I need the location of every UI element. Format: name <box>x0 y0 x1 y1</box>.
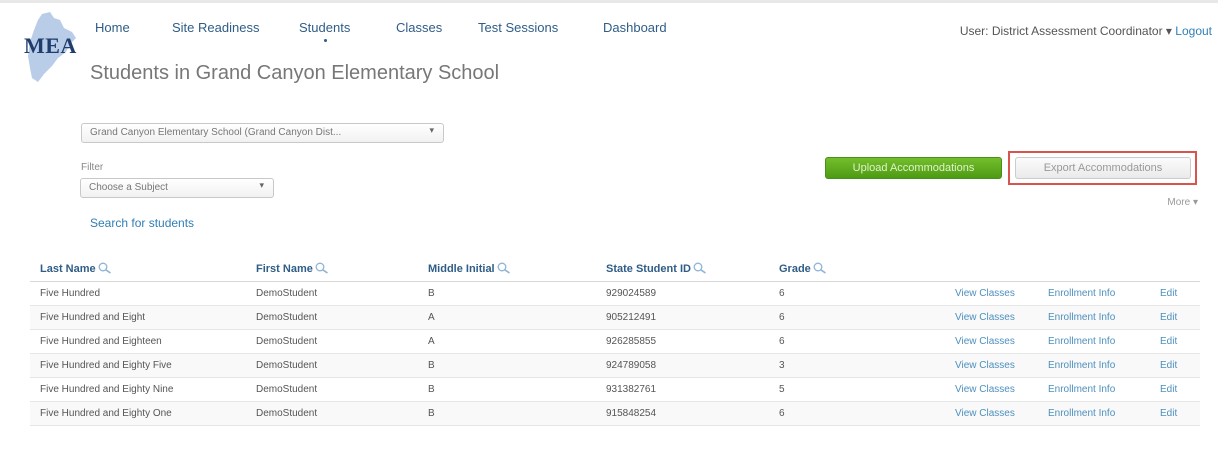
logout-link[interactable]: Logout <box>1175 24 1212 38</box>
nav-dashboard[interactable]: Dashboard <box>603 20 667 35</box>
school-select-value: Grand Canyon Elementary School (Grand Ca… <box>90 127 342 138</box>
edit-link[interactable]: Edit <box>1160 312 1177 323</box>
cell-last-name: Five Hundred and Eight <box>40 312 146 323</box>
cell-middle-initial: A <box>428 312 435 323</box>
cell-middle-initial: B <box>428 408 435 419</box>
cell-first-name: DemoStudent <box>256 408 318 419</box>
view-classes-link[interactable]: View Classes <box>955 312 1015 323</box>
edit-link[interactable]: Edit <box>1160 384 1177 395</box>
table-body: Five Hundred DemoStudent B 929024589 6 V… <box>30 282 1200 426</box>
school-select[interactable]: Grand Canyon Elementary School (Grand Ca… <box>81 123 444 143</box>
export-accommodations-button[interactable]: Export Accommodations <box>1015 157 1191 179</box>
cell-last-name: Five Hundred and Eighteen <box>40 336 162 347</box>
page-title: Students in Grand Canyon Elementary Scho… <box>90 62 500 84</box>
table-row: Five Hundred and Eighty One DemoStudent … <box>30 402 1200 426</box>
search-icon[interactable] <box>315 262 329 274</box>
enrollment-info-link[interactable]: Enrollment Info <box>1048 312 1115 323</box>
cell-grade: 6 <box>779 288 785 299</box>
table-row: Five Hundred and Eighty Five DemoStudent… <box>30 354 1200 378</box>
nav-students[interactable]: Students <box>299 20 350 42</box>
top-border <box>0 0 1218 3</box>
cell-middle-initial: B <box>428 360 435 371</box>
table-row: Five Hundred DemoStudent B 929024589 6 V… <box>30 282 1200 306</box>
edit-link[interactable]: Edit <box>1160 408 1177 419</box>
cell-state-student-id: 929024589 <box>606 288 657 299</box>
cell-last-name: Five Hundred and Eighty Five <box>40 360 172 371</box>
table-row: Five Hundred and Eighty Nine DemoStudent… <box>30 378 1200 402</box>
nav-home[interactable]: Home <box>95 20 130 35</box>
view-classes-link[interactable]: View Classes <box>955 336 1015 347</box>
mea-logo-text: MEA <box>24 33 77 58</box>
column-first-name[interactable]: First Name <box>256 262 329 275</box>
enrollment-info-link[interactable]: Enrollment Info <box>1048 288 1115 299</box>
cell-last-name: Five Hundred <box>40 288 101 299</box>
cell-state-student-id: 924789058 <box>606 360 657 371</box>
search-icon[interactable] <box>693 262 707 274</box>
view-classes-link[interactable]: View Classes <box>955 288 1015 299</box>
cell-grade: 3 <box>779 360 785 371</box>
cell-first-name: DemoStudent <box>256 360 318 371</box>
user-menu-caret-icon[interactable]: ▾ <box>1166 24 1172 38</box>
table-row: Five Hundred and Eight DemoStudent A 905… <box>30 306 1200 330</box>
edit-link[interactable]: Edit <box>1160 288 1177 299</box>
cell-grade: 6 <box>779 336 785 347</box>
cell-last-name: Five Hundred and Eighty Nine <box>40 384 174 395</box>
enrollment-info-link[interactable]: Enrollment Info <box>1048 408 1115 419</box>
cell-state-student-id: 926285855 <box>606 336 657 347</box>
students-table: Last Name First Name Middle Initial Stat… <box>30 254 1200 426</box>
filter-label: Filter <box>81 162 104 173</box>
subject-select[interactable]: Choose a Subject ▾ <box>80 178 274 198</box>
cell-first-name: DemoStudent <box>256 336 318 347</box>
view-classes-link[interactable]: View Classes <box>955 384 1015 395</box>
cell-grade: 6 <box>779 312 785 323</box>
cell-first-name: DemoStudent <box>256 312 318 323</box>
edit-link[interactable]: Edit <box>1160 336 1177 347</box>
chevron-down-icon: ▾ <box>259 180 264 190</box>
cell-first-name: DemoStudent <box>256 288 318 299</box>
table-header: Last Name First Name Middle Initial Stat… <box>30 254 1200 282</box>
more-menu[interactable]: More ▾ <box>1167 197 1198 208</box>
nav-test-sessions[interactable]: Test Sessions <box>478 20 558 35</box>
cell-state-student-id: 905212491 <box>606 312 657 323</box>
column-last-name[interactable]: Last Name <box>40 262 112 275</box>
nav-site-readiness[interactable]: Site Readiness <box>172 20 259 35</box>
upload-accommodations-button[interactable]: Upload Accommodations <box>825 157 1002 179</box>
user-label[interactable]: User: District Assessment Coordinator <box>960 24 1163 38</box>
enrollment-info-link[interactable]: Enrollment Info <box>1048 384 1115 395</box>
cell-middle-initial: B <box>428 384 435 395</box>
view-classes-link[interactable]: View Classes <box>955 408 1015 419</box>
cell-last-name: Five Hundred and Eighty One <box>40 408 172 419</box>
cell-middle-initial: B <box>428 288 435 299</box>
column-grade[interactable]: Grade <box>779 262 827 275</box>
column-middle-initial[interactable]: Middle Initial <box>428 262 511 275</box>
column-state-student-id[interactable]: State Student ID <box>606 262 707 275</box>
edit-link[interactable]: Edit <box>1160 360 1177 371</box>
enrollment-info-link[interactable]: Enrollment Info <box>1048 360 1115 371</box>
search-icon[interactable] <box>497 262 511 274</box>
search-icon[interactable] <box>98 262 112 274</box>
cell-state-student-id: 915848254 <box>606 408 657 419</box>
cell-state-student-id: 931382761 <box>606 384 657 395</box>
subject-select-placeholder: Choose a Subject <box>89 182 168 193</box>
table-row: Five Hundred and Eighteen DemoStudent A … <box>30 330 1200 354</box>
nav-classes[interactable]: Classes <box>396 20 442 35</box>
user-area: User: District Assessment Coordinator ▾ … <box>960 24 1212 38</box>
search-icon[interactable] <box>813 262 827 274</box>
chevron-down-icon: ▾ <box>429 125 434 135</box>
cell-middle-initial: A <box>428 336 435 347</box>
view-classes-link[interactable]: View Classes <box>955 360 1015 371</box>
cell-grade: 6 <box>779 408 785 419</box>
cell-first-name: DemoStudent <box>256 384 318 395</box>
cell-grade: 5 <box>779 384 785 395</box>
enrollment-info-link[interactable]: Enrollment Info <box>1048 336 1115 347</box>
search-students-link[interactable]: Search for students <box>90 216 194 230</box>
